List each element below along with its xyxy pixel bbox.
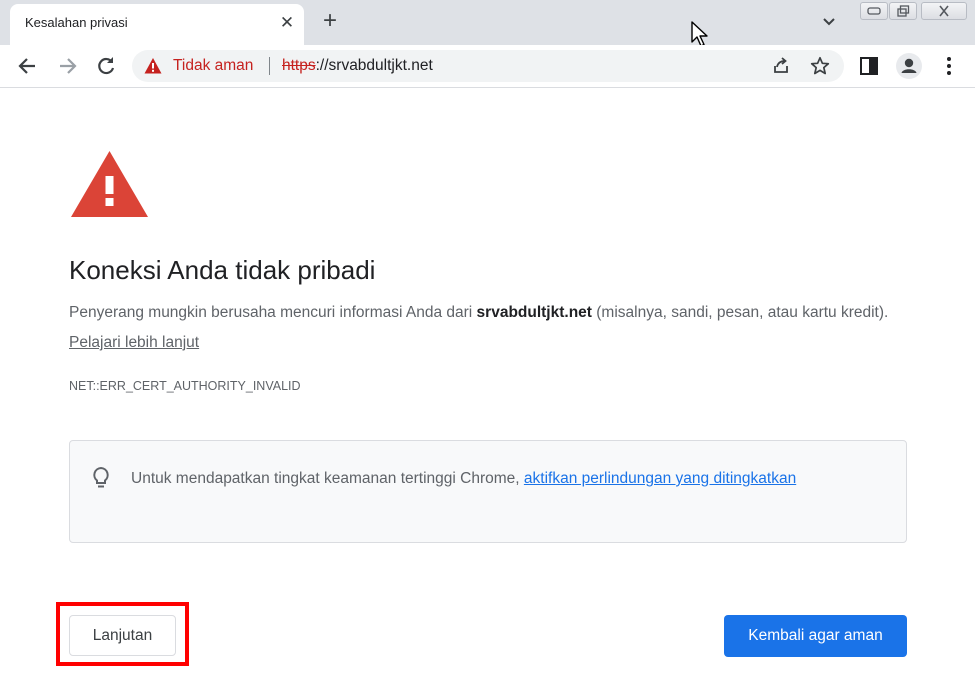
forward-arrow-icon — [60, 58, 77, 74]
interstitial-page: Koneksi Anda tidak pribadi Penyerang mun… — [0, 89, 975, 682]
minimize-button[interactable] — [860, 2, 888, 20]
mouse-cursor-icon — [691, 21, 708, 47]
url-scheme: https — [282, 57, 316, 74]
enhanced-protection-text: Untuk mendapatkan tingkat keamanan terti… — [131, 464, 871, 493]
url-text[interactable]: https://srvabdultjkt.net — [282, 57, 433, 75]
tab-strip: Kesalahan privasi ✕ + — [0, 0, 975, 47]
error-code: NET::ERR_CERT_AUTHORITY_INVALID — [69, 379, 301, 393]
address-bar[interactable]: Tidak aman https://srvabdultjkt.net — [132, 50, 844, 82]
security-status-label[interactable]: Tidak aman — [173, 57, 253, 75]
active-tab[interactable]: Kesalahan privasi ✕ — [10, 4, 304, 45]
advanced-button[interactable]: Lanjutan — [69, 615, 176, 656]
warning-triangle-icon[interactable] — [144, 57, 162, 75]
desc-text-before: Penyerang mungkin berusaha mencuri infor… — [69, 304, 477, 321]
desc-text-after: (misalnya, sandi, pesan, atau kartu kred… — [591, 304, 889, 321]
chevron-down-icon[interactable] — [820, 12, 838, 30]
forward-button[interactable] — [54, 53, 80, 79]
lightbulb-icon — [93, 466, 109, 488]
tab-close-button[interactable]: ✕ — [276, 12, 298, 34]
profile-button[interactable] — [896, 53, 922, 79]
error-description: Penyerang mungkin berusaha mencuri infor… — [69, 298, 899, 358]
window-controls — [856, 0, 971, 22]
enhanced-protection-box: Untuk mendapatkan tingkat keamanan terti… — [69, 440, 907, 543]
page-title: Koneksi Anda tidak pribadi — [69, 255, 376, 285]
info-text: Untuk mendapatkan tingkat keamanan terti… — [131, 470, 524, 487]
reload-button[interactable] — [93, 53, 119, 79]
desc-domain: srvabdultjkt.net — [476, 304, 592, 321]
close-icon — [939, 5, 949, 17]
new-tab-button[interactable]: + — [318, 9, 342, 33]
reload-icon — [98, 57, 115, 75]
warning-triangle-icon — [71, 151, 148, 217]
share-icon[interactable] — [771, 56, 791, 76]
profile-icon — [901, 58, 917, 73]
close-window-button[interactable] — [921, 2, 967, 20]
back-to-safety-button[interactable]: Kembali agar aman — [724, 615, 907, 657]
back-button[interactable] — [15, 53, 41, 79]
back-arrow-icon — [18, 58, 35, 74]
side-panel-icon[interactable] — [859, 56, 879, 76]
tab-title: Kesalahan privasi — [25, 15, 128, 30]
omnibox-separator — [269, 57, 270, 75]
restore-icon — [897, 5, 910, 17]
browser-toolbar: Tidak aman https://srvabdultjkt.net — [0, 45, 975, 88]
url-host: ://srvabdultjkt.net — [315, 57, 433, 74]
star-icon[interactable] — [810, 56, 830, 76]
learn-more-link[interactable]: Pelajari lebih lanjut — [69, 334, 199, 351]
more-menu-icon[interactable] — [939, 55, 959, 77]
minimize-icon — [867, 7, 881, 15]
enhanced-protection-link[interactable]: aktifkan perlindungan yang ditingkatkan — [524, 470, 796, 487]
restore-button[interactable] — [889, 2, 917, 20]
